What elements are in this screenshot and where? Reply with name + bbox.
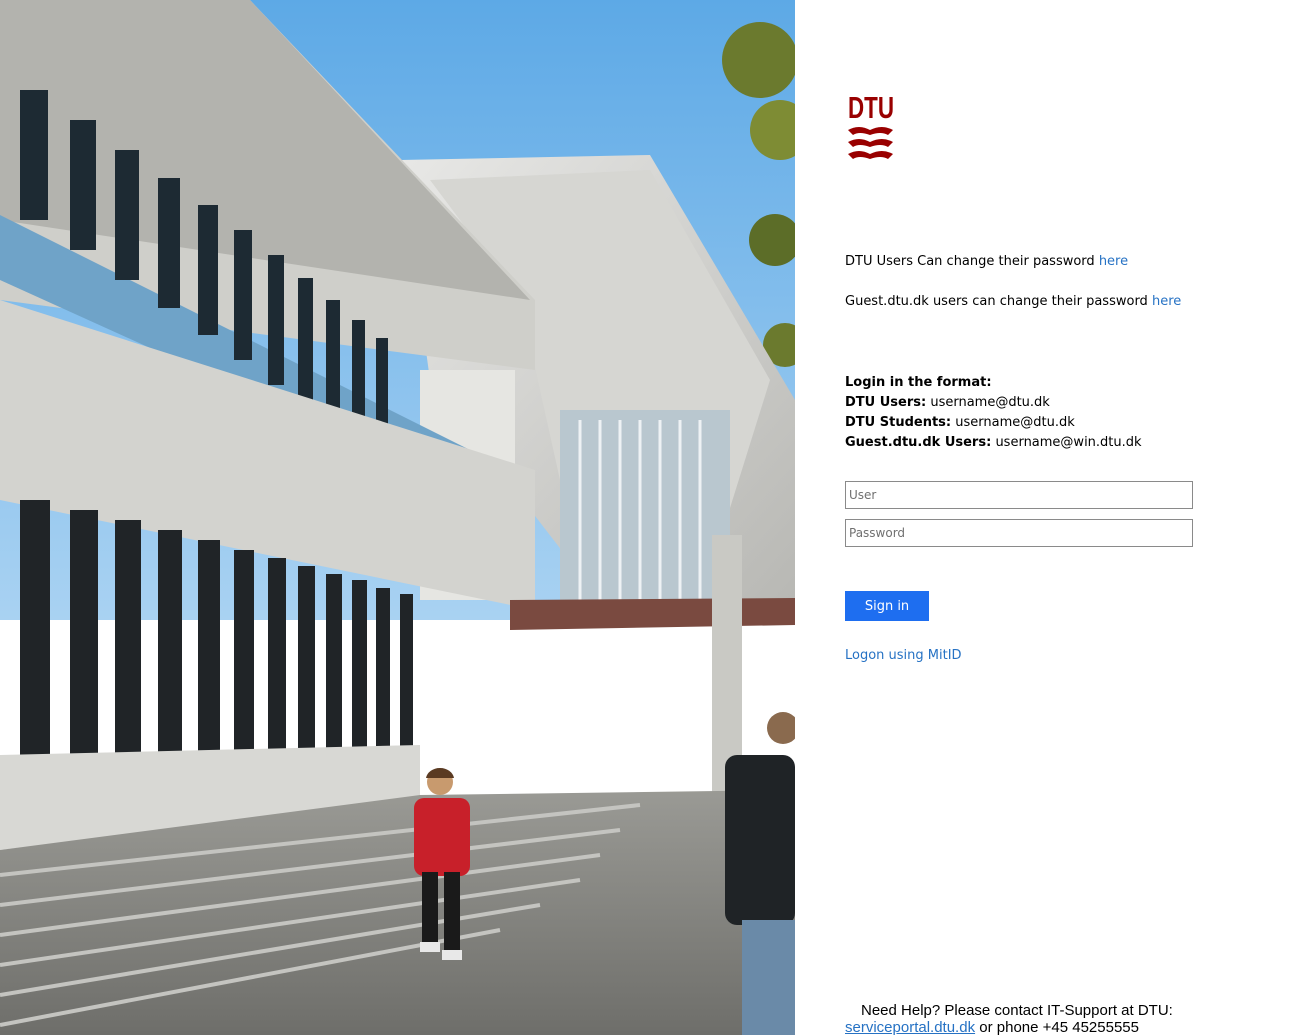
user-input[interactable] xyxy=(845,481,1193,509)
dtu-logo: DTU xyxy=(846,90,896,165)
guest-password-change-link[interactable]: here xyxy=(1152,294,1181,309)
login-format-row-value: username@dtu.dk xyxy=(955,415,1075,430)
password-input[interactable] xyxy=(845,519,1193,547)
sign-in-button[interactable]: Sign in xyxy=(845,591,929,621)
login-format-row: Guest.dtu.dk Users: username@win.dtu.dk xyxy=(845,433,1142,453)
dtu-password-change-text: DTU Users Can change their password xyxy=(845,254,1095,269)
dtu-password-change-line: DTU Users Can change their password here xyxy=(845,253,1128,271)
guest-password-change-line: Guest.dtu.dk users can change their pass… xyxy=(845,293,1181,311)
login-format-row-value: username@dtu.dk xyxy=(930,395,1050,410)
login-format-row-label: DTU Users: xyxy=(845,395,927,410)
mitid-logon-link[interactable]: Logon using MitID xyxy=(845,647,962,665)
help-footer: Need Help? Please contact IT-Support at … xyxy=(845,1002,1173,1035)
dtu-password-change-link[interactable]: here xyxy=(1099,254,1128,269)
login-page: DTU DTU Users Can change their password … xyxy=(0,0,1294,1035)
service-portal-link[interactable]: serviceportal.dtu.dk xyxy=(845,1019,975,1035)
login-format-row: DTU Students: username@dtu.dk xyxy=(845,413,1142,433)
login-format-heading: Login in the format: xyxy=(845,375,992,390)
campus-building-photo xyxy=(0,0,795,1035)
login-format-row-label: DTU Students: xyxy=(845,415,952,430)
help-phone-text: or phone +45 45255555 xyxy=(979,1019,1139,1035)
login-format-row-label: Guest.dtu.dk Users: xyxy=(845,435,992,450)
help-text: Need Help? Please contact IT-Support at … xyxy=(861,1002,1173,1019)
dtu-logo-text: DTU xyxy=(848,90,894,125)
login-panel: DTU DTU Users Can change their password … xyxy=(795,0,1294,1035)
login-format-row-value: username@win.dtu.dk xyxy=(995,435,1142,450)
login-format-info: Login in the format: DTU Users: username… xyxy=(845,373,1142,453)
login-format-row: DTU Users: username@dtu.dk xyxy=(845,393,1142,413)
guest-password-change-text: Guest.dtu.dk users can change their pass… xyxy=(845,294,1148,309)
